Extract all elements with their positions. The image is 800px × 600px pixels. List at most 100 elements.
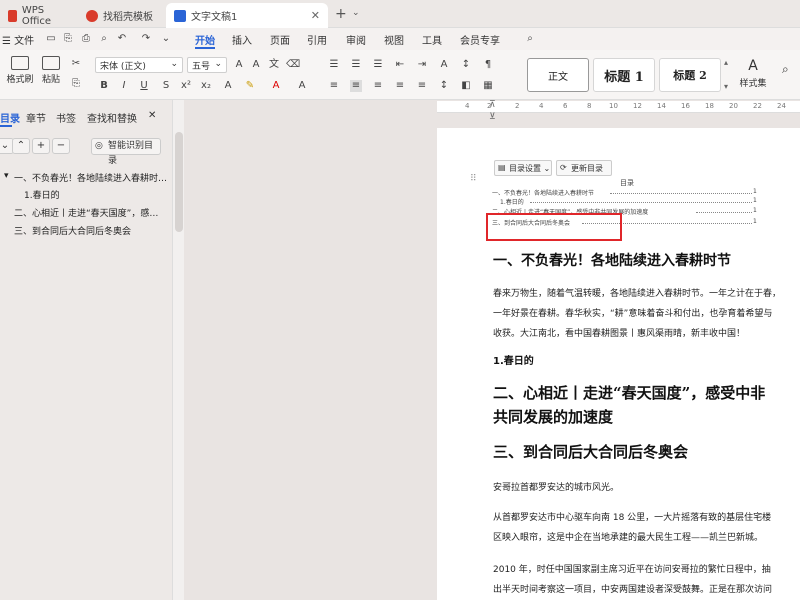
redo-icon[interactable]: ↷	[140, 33, 152, 45]
paragraph-line[interactable]: 2010 年，时任中国国家副主席习近平在访问安哥拉的繁忙日程中，抽	[493, 562, 771, 575]
strikethrough-icon[interactable]: S	[160, 80, 172, 92]
clear-format-icon[interactable]: ⌫	[286, 59, 300, 71]
paragraph-line[interactable]: 一年好景在春耕。春华秋实，“耕”意味着奋斗和付出，也孕育着希望与	[493, 306, 772, 319]
nav-item-expander-icon[interactable]: ▾	[4, 171, 9, 181]
search-icon[interactable]: ⌕	[524, 33, 536, 45]
add-heading-button[interactable]: +	[32, 138, 50, 154]
copy-icon[interactable]: ⎘	[70, 78, 82, 90]
nav-item[interactable]: 一、不负春光！各地陆续进入春耕时…	[14, 171, 167, 184]
chinese-layout-icon[interactable]: A	[438, 59, 450, 71]
paragraph-line[interactable]: 安哥拉首都罗安达的城市风光。	[493, 480, 619, 493]
char-border-icon[interactable]: A	[296, 80, 308, 92]
nav-item[interactable]: 三、到合同后大合同后冬奥会	[14, 224, 131, 237]
heading-1[interactable]: 一、不负春光！各地陆续进入春耕时节	[493, 250, 731, 270]
multilevel-list-icon[interactable]: ☰	[372, 59, 384, 71]
paragraph-line[interactable]: 收获。大江南北，看中国春耕图景丨惠风渠雨晴，新丰收中国！	[493, 326, 745, 339]
close-pane-icon[interactable]: ✕	[148, 110, 156, 121]
align-center-icon[interactable]: ≡	[350, 80, 362, 92]
nav-tab-chapters[interactable]: 章节	[26, 110, 46, 125]
line-spacing-icon[interactable]: ↕	[438, 80, 450, 92]
style-normal[interactable]: 正文	[527, 58, 589, 92]
smart-toc-button[interactable]: ◎ 智能识别目录	[91, 138, 161, 166]
shrink-font-icon[interactable]: A	[250, 59, 262, 71]
find-icon[interactable]: ⌕	[782, 62, 789, 77]
menu-review[interactable]: 审阅	[346, 32, 366, 47]
drag-handle-icon[interactable]: ⠿	[470, 174, 477, 184]
underline-button[interactable]: U	[138, 80, 150, 92]
pinyin-icon[interactable]: 文	[268, 59, 280, 71]
promote-button[interactable]: ⌃	[12, 138, 30, 154]
styles-scroll-up-icon[interactable]: ▴	[724, 58, 728, 67]
indent-marker-icon[interactable]: ⊼	[489, 100, 496, 110]
format-painter-button[interactable]: 格式刷	[5, 56, 35, 85]
print-icon[interactable]: ⎙	[80, 33, 92, 45]
paragraph-line[interactable]: 从首都罗安达市中心驱车向南 18 公里，一大片摇落有致的基层住宅楼	[493, 510, 771, 523]
paragraph-line[interactable]: 春来万物生，随着气温转暖，各地陆续进入春耕时节。一年之计在于春，	[493, 286, 781, 299]
menu-references[interactable]: 引用	[307, 32, 327, 47]
nav-tab-toc[interactable]: 目录	[0, 110, 20, 125]
increase-indent-icon[interactable]: ⇥	[416, 59, 428, 71]
menu-insert[interactable]: 插入	[232, 32, 252, 47]
subscript-icon[interactable]: x₂	[200, 80, 212, 92]
styles-scroll-down-icon[interactable]: ▾	[724, 82, 728, 91]
menu-view[interactable]: 视图	[384, 32, 404, 47]
bullet-list-icon[interactable]: ☰	[328, 59, 340, 71]
undo-icon[interactable]: ↶	[116, 33, 128, 45]
heading-1-1[interactable]: 1.春日的	[493, 352, 534, 367]
grow-font-icon[interactable]: A	[233, 59, 245, 71]
pane-scrollbar[interactable]	[175, 132, 183, 232]
menu-home[interactable]: 开始	[195, 32, 215, 47]
shading-icon[interactable]: ◧	[460, 80, 472, 92]
decrease-indent-icon[interactable]: ⇤	[394, 59, 406, 71]
heading-3[interactable]: 三、到合同后大合同后冬奥会	[493, 441, 688, 462]
menu-tools[interactable]: 工具	[422, 32, 442, 47]
export-pdf-icon[interactable]: ⎘	[62, 33, 74, 45]
menu-file[interactable]: ☰ 文件	[2, 32, 34, 47]
paste-button[interactable]: 粘贴	[38, 56, 64, 85]
show-marks-icon[interactable]: ¶	[482, 59, 494, 71]
italic-button[interactable]: I	[118, 80, 130, 92]
paragraph-line[interactable]: 出半天时间考察这一项目，中安两国建设者深受鼓舞。正是在那次访问	[493, 582, 772, 595]
toc-entry[interactable]: 1.春日的	[500, 197, 524, 206]
bold-button[interactable]: B	[98, 80, 110, 92]
superscript-icon[interactable]: x²	[180, 80, 192, 92]
save-icon[interactable]: ▭	[45, 33, 57, 45]
update-toc-button[interactable]: ⟳ 更新目录	[556, 160, 612, 176]
remove-heading-button[interactable]: −	[52, 138, 70, 154]
font-family-select[interactable]: 宋体 (正文) ⌄	[95, 57, 183, 73]
nav-item[interactable]: 1.春日的	[24, 188, 60, 201]
more-icon[interactable]: ⌄	[160, 33, 172, 45]
nav-item[interactable]: 二、心相近丨走进“春天国度”，感…	[14, 206, 158, 219]
new-tab-icon[interactable]: +	[335, 6, 347, 22]
cut-icon[interactable]: ✂	[70, 58, 82, 70]
align-left-icon[interactable]: ≡	[328, 80, 340, 92]
tab-document[interactable]: 文字文稿1 ✕	[166, 3, 328, 28]
font-color-icon[interactable]: A	[270, 80, 282, 92]
heading-2-line[interactable]: 二、心相近丨走进“春天国度”，感受中非	[493, 382, 765, 403]
hanging-indent-icon[interactable]: ⊻	[489, 112, 496, 122]
nav-tab-bookmarks[interactable]: 书签	[56, 110, 76, 125]
style-heading-1[interactable]: 标题 1	[593, 58, 655, 92]
nav-tab-find-replace[interactable]: 查找和替换	[87, 110, 137, 125]
style-set-button[interactable]: A 样式集	[736, 58, 770, 89]
toc-settings-button[interactable]: ▤ 目录设置 ⌄	[494, 160, 552, 176]
text-effect-icon[interactable]: A	[222, 80, 234, 92]
chevron-down-icon[interactable]: ⌄	[352, 8, 360, 18]
tab-template[interactable]: 找稻壳模板	[78, 3, 163, 28]
tab-wps-office[interactable]: WPS Office	[0, 3, 70, 28]
distributed-icon[interactable]: ≡	[416, 80, 428, 92]
align-right-icon[interactable]: ≡	[372, 80, 384, 92]
style-heading-2[interactable]: 标题 2	[659, 58, 721, 92]
menu-member[interactable]: 会员专享	[460, 32, 500, 47]
font-size-select[interactable]: 五号 ⌄	[187, 57, 227, 73]
borders-icon[interactable]: ▦	[482, 80, 494, 92]
justify-icon[interactable]: ≡	[394, 80, 406, 92]
print-preview-icon[interactable]: ⌕	[98, 33, 110, 45]
paragraph-line[interactable]: 区映入眼帘，这是中企在当地承建的最大民生工程——凯兰巴新城。	[493, 530, 763, 543]
heading-2-line[interactable]: 共同发展的加速度	[493, 406, 613, 427]
toc-entry[interactable]: 一、不负春光！各地陆续进入春耕时节	[492, 188, 594, 197]
close-tab-icon[interactable]: ✕	[311, 9, 320, 22]
numbered-list-icon[interactable]: ☰	[350, 59, 362, 71]
menu-page[interactable]: 页面	[270, 32, 290, 47]
sort-icon[interactable]: ↕	[460, 59, 472, 71]
